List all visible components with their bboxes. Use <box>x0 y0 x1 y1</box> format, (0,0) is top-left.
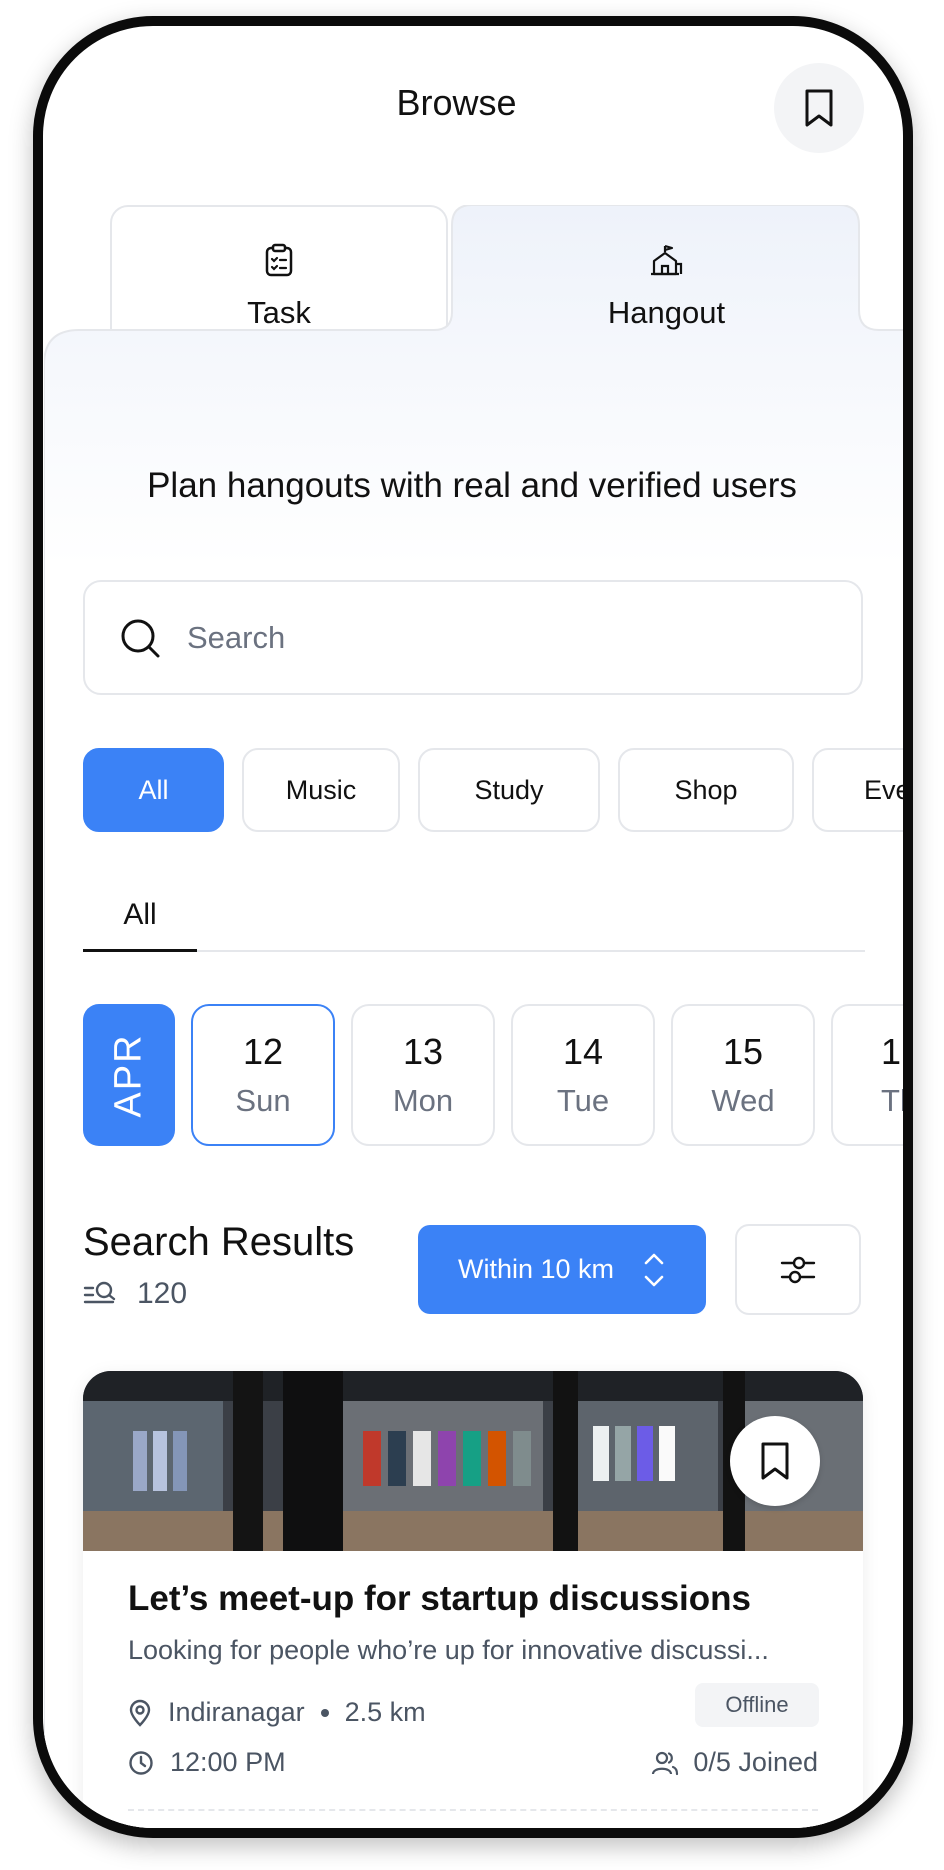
joined-text: 0/5 Joined <box>693 1747 818 1777</box>
results-count-value: 120 <box>137 1277 188 1310</box>
hangout-card[interactable]: Let’s meet-up for startup discussions Lo… <box>83 1371 863 1828</box>
chip-all[interactable]: All <box>83 748 224 832</box>
search-bar[interactable] <box>83 580 863 695</box>
date-number: 13 <box>402 1031 444 1072</box>
date-day: Tue <box>556 1083 610 1118</box>
saved-bookmarks-button[interactable] <box>774 63 864 153</box>
bookmark-icon <box>761 1442 789 1480</box>
results-count: 120 <box>83 1277 187 1311</box>
separator-dot <box>320 1708 329 1717</box>
search-input[interactable] <box>187 619 787 656</box>
time-text: 12:00 PM <box>170 1747 286 1777</box>
chip-study[interactable]: Study <box>418 748 600 832</box>
chip-music[interactable]: Music <box>242 748 400 832</box>
sliders-icon <box>780 1256 816 1283</box>
search-list-icon <box>83 1281 116 1304</box>
date-item[interactable]: 13 Mon <box>351 1004 495 1146</box>
date-day: Th <box>881 1083 903 1118</box>
tab-hangout-label: Hangout <box>607 294 726 330</box>
chevron-up-down-icon <box>644 1253 664 1286</box>
date-item[interactable]: 1 Th <box>831 1004 903 1146</box>
subtab-all[interactable]: All <box>83 880 197 952</box>
distance-range-label: Within 10 km <box>457 1254 615 1284</box>
card-bookmark-button[interactable] <box>730 1416 820 1506</box>
chip-shop[interactable]: Shop <box>618 748 794 832</box>
location-pin-icon <box>129 1699 151 1727</box>
results-title: Search Results <box>83 1220 355 1264</box>
tagline: Plan hangouts with real and verified use… <box>147 466 797 505</box>
date-selector: APR 12 Sun 13 Mon 14 Tue 15 Wed 1 Th <box>83 1004 903 1146</box>
phone-frame: Browse Task Hangout Plan hangouts with r… <box>33 16 913 1838</box>
card-joined: 0/5 Joined <box>651 1747 818 1778</box>
date-number: 1 <box>881 1031 902 1072</box>
people-icon <box>652 1751 679 1775</box>
card-divider <box>128 1809 818 1811</box>
card-description: Looking for people who’re up for innovat… <box>128 1635 769 1665</box>
clock-icon <box>129 1750 153 1775</box>
venue-building-icon <box>650 244 682 275</box>
search-icon <box>121 619 160 657</box>
location-distance: 2.5 km <box>344 1697 426 1727</box>
date-item[interactable]: 12 Sun <box>191 1004 335 1146</box>
card-location: Indiranagar 2.5 km <box>128 1697 426 1728</box>
date-day: Mon <box>392 1083 454 1118</box>
month-text: APR <box>107 1032 150 1118</box>
bookmark-icon <box>805 89 833 127</box>
date-item[interactable]: 15 Wed <box>671 1004 815 1146</box>
distance-range-dropdown[interactable]: Within 10 km <box>418 1225 706 1314</box>
category-chips: All Music Study Shop Eve <box>83 748 903 832</box>
card-title: Let’s meet-up for startup discussions <box>128 1579 751 1618</box>
date-number: 12 <box>242 1031 284 1072</box>
month-label: APR <box>83 1004 175 1146</box>
chip-events[interactable]: Eve <box>812 748 903 832</box>
date-day: Wed <box>711 1083 775 1118</box>
date-item[interactable]: 14 Tue <box>511 1004 655 1146</box>
date-number: 14 <box>562 1031 604 1072</box>
date-day: Sun <box>235 1083 291 1118</box>
filter-button[interactable] <box>735 1224 861 1315</box>
subtab-bar: All <box>83 880 865 952</box>
tab-hangout[interactable]: Hangout <box>474 205 859 368</box>
card-time: 12:00 PM <box>128 1747 286 1778</box>
mode-badge: Offline <box>695 1683 819 1727</box>
date-number: 15 <box>722 1031 764 1072</box>
location-name: Indiranagar <box>168 1697 305 1727</box>
